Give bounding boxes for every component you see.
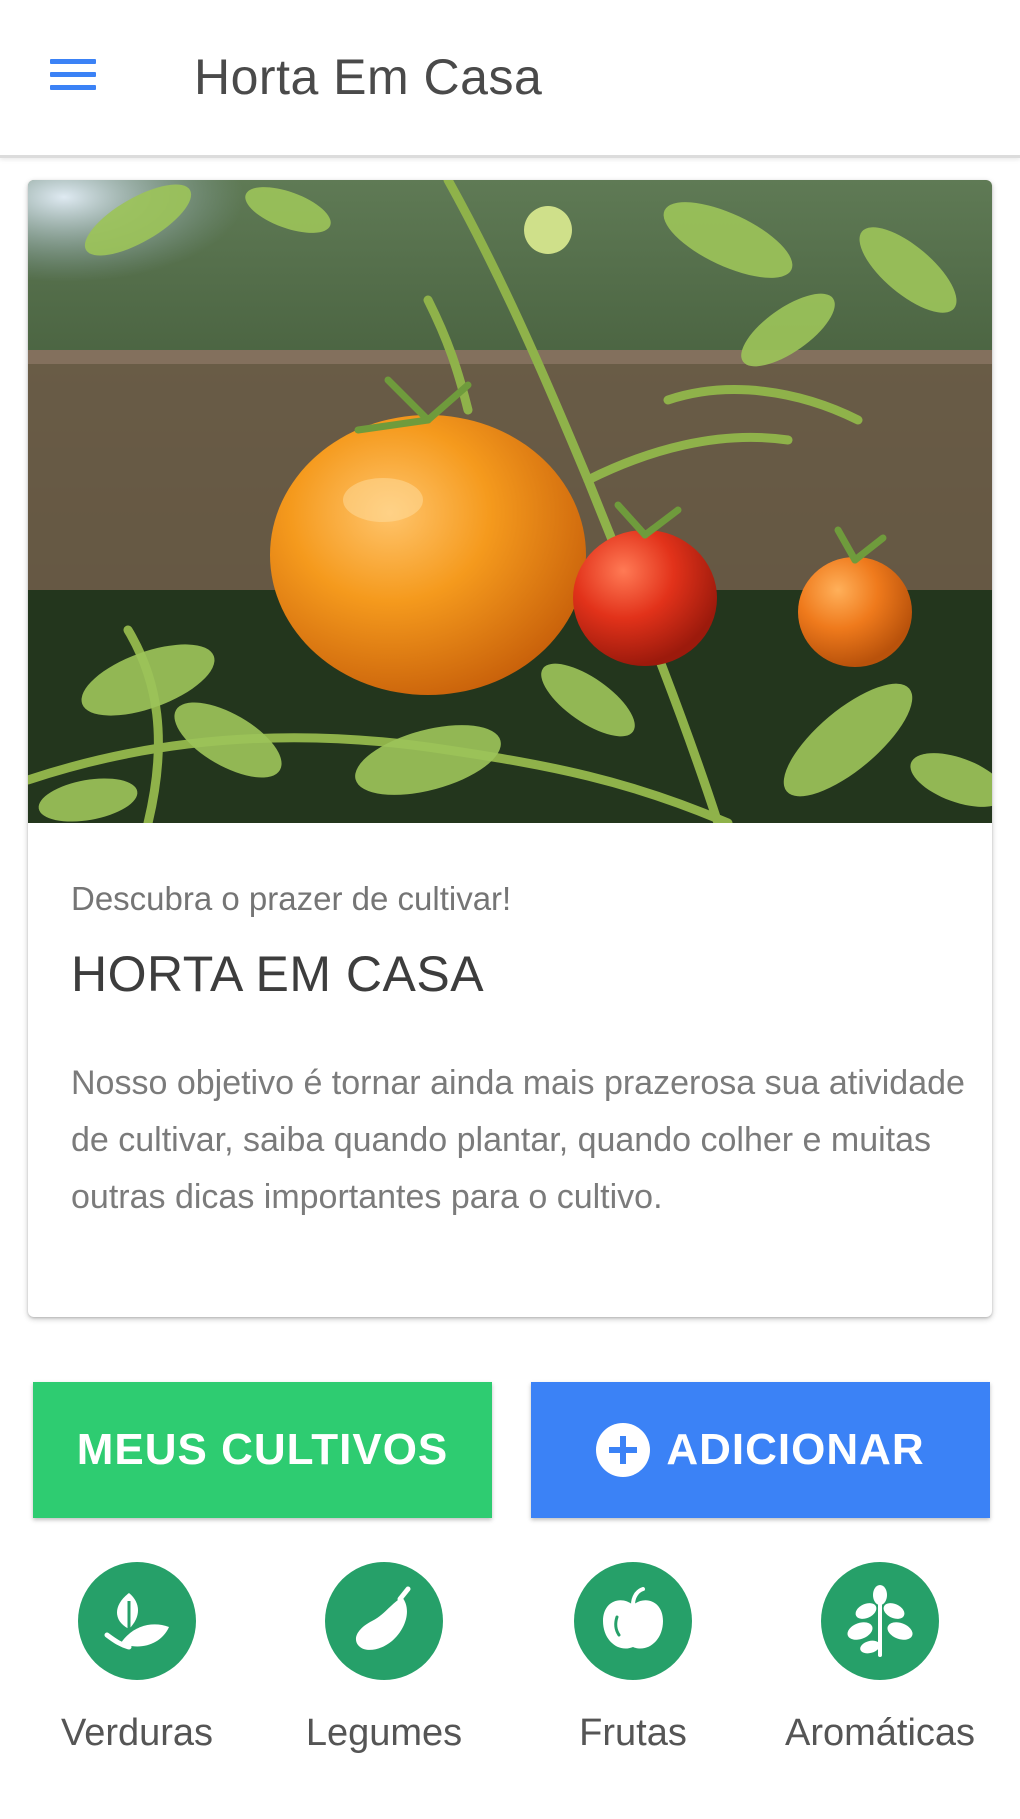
- category-aromaticas[interactable]: Aromáticas: [755, 1562, 1005, 1755]
- category-legumes[interactable]: Legumes: [259, 1562, 509, 1755]
- card-title: HORTA EM CASA: [71, 946, 485, 1002]
- eggplant-icon: [325, 1562, 443, 1680]
- my-crops-label: MEUS CULTIVOS: [76, 1425, 449, 1474]
- herb-icon: [821, 1562, 939, 1680]
- category-label: Verduras: [60, 1712, 214, 1754]
- apple-icon: [574, 1562, 692, 1680]
- hamburger-menu-icon[interactable]: [46, 53, 102, 97]
- category-label: Frutas: [579, 1712, 687, 1754]
- add-button[interactable]: ADICIONAR: [531, 1382, 990, 1518]
- leaf-icon: [78, 1562, 196, 1680]
- add-circle-icon: [596, 1423, 651, 1477]
- hero-card: Descubra o prazer de cultivar! HORTA EM …: [28, 180, 992, 1317]
- category-frutas[interactable]: Frutas: [508, 1562, 758, 1755]
- app-title: Horta Em Casa: [194, 49, 543, 105]
- my-crops-button[interactable]: MEUS CULTIVOS: [33, 1382, 492, 1518]
- category-verduras[interactable]: Verduras: [12, 1562, 262, 1755]
- category-label: Aromáticas: [784, 1712, 976, 1754]
- card-description: Nosso objetivo é tornar ainda mais praze…: [71, 1064, 965, 1216]
- card-subtitle: Descubra o prazer de cultivar!: [71, 880, 512, 917]
- app-toolbar: Horta Em Casa: [0, 0, 1020, 158]
- tomato-plant-photo: [28, 180, 992, 823]
- add-label: ADICIONAR: [666, 1425, 925, 1474]
- category-label: Legumes: [305, 1712, 463, 1754]
